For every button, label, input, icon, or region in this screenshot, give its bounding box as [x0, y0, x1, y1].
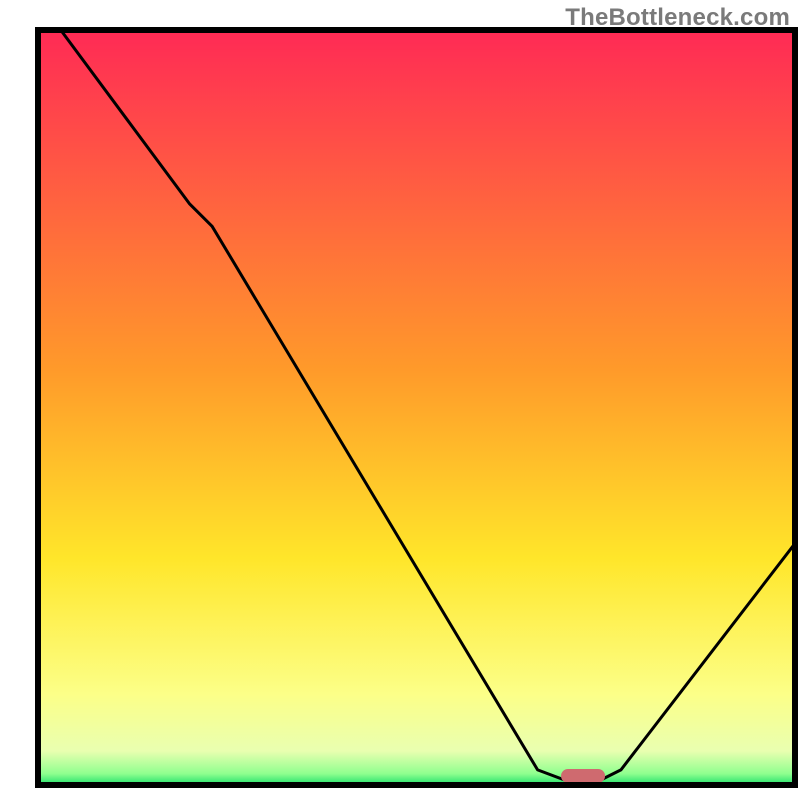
watermark-label: TheBottleneck.com [565, 4, 790, 32]
chart-background [38, 30, 795, 785]
bottleneck-chart: TheBottleneck.com [0, 0, 800, 800]
chart-svg [0, 0, 800, 800]
optimal-marker [561, 769, 605, 783]
plot-area [38, 30, 795, 785]
